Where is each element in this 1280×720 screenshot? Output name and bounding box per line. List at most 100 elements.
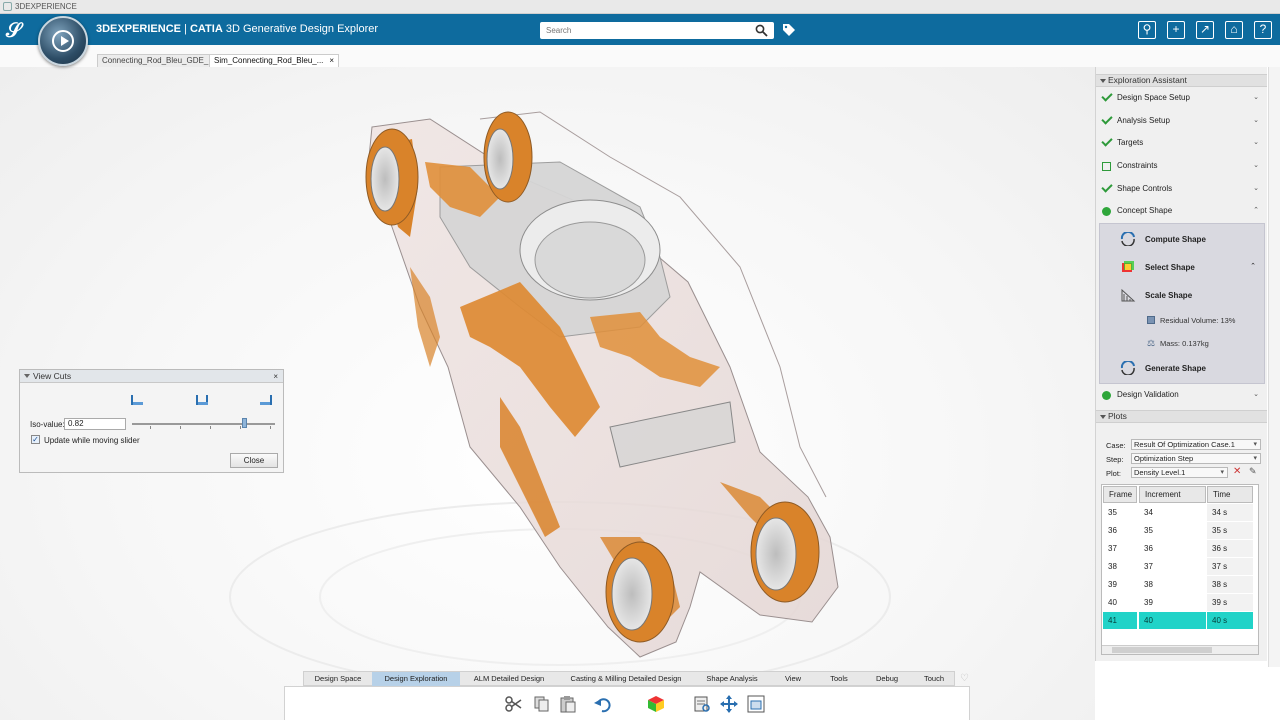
window-titlebar: 3DEXPERIENCE	[0, 0, 1280, 14]
tab-design-exploration[interactable]: Design Exploration	[372, 672, 460, 687]
tab-connecting-rod-gde[interactable]: Connecting_Rod_Bleu_GDE_...	[97, 54, 220, 67]
collapse-icon[interactable]	[1100, 79, 1106, 83]
time-cell: 34 s	[1207, 504, 1253, 521]
step-design-validation[interactable]: Design Validation ⌄	[1096, 384, 1267, 407]
generate-shape-button[interactable]: Generate Shape	[1145, 364, 1206, 373]
plus-icon[interactable]: +	[1167, 21, 1185, 39]
paste-icon[interactable]	[559, 695, 577, 713]
scale-shape-button[interactable]: Scale Shape	[1145, 291, 1192, 300]
column-header-increment[interactable]: Increment	[1139, 486, 1206, 503]
frames-table: Frame Increment Time 35 34 34 s 36 35 35 s 3…	[1101, 484, 1259, 655]
action-tab-bar: Design Space Design Exploration ALM Deta…	[303, 671, 956, 687]
generate-shape-icon	[1120, 361, 1135, 376]
compass-widget[interactable]	[38, 16, 88, 66]
frame-cell: 36	[1108, 526, 1117, 535]
play-icon[interactable]	[52, 30, 74, 52]
chevron-down-icon[interactable]: ⌄	[1253, 178, 1259, 200]
plots-header[interactable]: Plots	[1096, 409, 1267, 423]
help-icon[interactable]: ?	[1254, 21, 1272, 39]
chevron-down-icon[interactable]: ⌄	[1253, 155, 1259, 177]
cut-end-icon[interactable]	[260, 395, 272, 405]
move-icon[interactable]	[720, 695, 738, 713]
step-targets[interactable]: Targets ⌄	[1096, 132, 1267, 155]
step-select[interactable]: Optimization Step	[1131, 453, 1261, 464]
cut-middle-icon[interactable]	[196, 395, 208, 405]
column-header-frame[interactable]: Frame	[1103, 486, 1137, 503]
step-label: Concept Shape	[1117, 206, 1173, 216]
iso-slider-thumb[interactable]	[242, 418, 247, 428]
tab-tools[interactable]: Tools	[816, 672, 862, 687]
tab-shape-analysis[interactable]: Shape Analysis	[694, 672, 770, 687]
tag-icon[interactable]	[782, 23, 796, 37]
plot-select[interactable]: Density Level.1	[1131, 467, 1228, 478]
cut-start-icon[interactable]	[131, 395, 143, 405]
top-bar: 𝒮 3DEXPERIENCE | CATIA 3D Generative Des…	[0, 14, 1280, 45]
cut-icon[interactable]	[505, 695, 523, 713]
home-icon[interactable]: ⌂	[1225, 21, 1243, 39]
right-scrollbar[interactable]	[1268, 67, 1280, 667]
table-h-scrollbar[interactable]	[1102, 645, 1258, 654]
tab-debug[interactable]: Debug	[862, 672, 912, 687]
mass-icon: ⚖	[1147, 338, 1156, 349]
tab-touch[interactable]: Touch	[912, 672, 956, 687]
scrollbar-thumb[interactable]	[1112, 647, 1212, 653]
favorite-icon[interactable]: ♡	[960, 673, 969, 684]
step-concept-shape[interactable]: Concept Shape ⌃	[1096, 200, 1267, 223]
clear-plot-icon[interactable]: ✕	[1233, 466, 1241, 477]
search-input[interactable]	[540, 22, 774, 39]
step-shape-controls[interactable]: Shape Controls ⌄	[1096, 178, 1267, 201]
tab-design-space[interactable]: Design Space	[304, 672, 372, 687]
step-label: Design Validation	[1117, 390, 1179, 400]
slider-tick	[240, 426, 241, 429]
case-select[interactable]: Result Of Optimization Case.1	[1131, 439, 1261, 450]
exploration-assistant-header[interactable]: Exploration Assistant	[1096, 74, 1267, 87]
increment-cell: 35	[1144, 526, 1153, 535]
3d-viewport[interactable]: View Cuts × Iso-value: 0.82 ✓ Update whil…	[0, 67, 1095, 720]
undo-icon[interactable]	[593, 695, 611, 713]
tab-alm-detailed-design[interactable]: ALM Detailed Design	[460, 672, 558, 687]
frame-icon[interactable]	[747, 695, 765, 713]
copy-icon[interactable]	[533, 695, 551, 713]
tab-casting-milling[interactable]: Casting & Milling Detailed Design	[558, 672, 694, 687]
app-name: 3D Generative Design Explorer	[222, 23, 379, 35]
chevron-up-icon[interactable]: ⌃	[1250, 262, 1256, 270]
brand-name: 3DEXPERIENCE	[96, 23, 181, 35]
empty-box-icon	[1102, 162, 1111, 172]
iso-slider-track[interactable]	[132, 423, 275, 425]
tab-sim-connecting-rod[interactable]: Sim_Connecting_Rod_Bleu_... ×	[209, 54, 340, 67]
time-cell: 35 s	[1207, 522, 1253, 539]
iso-value-field[interactable]: 0.82	[64, 418, 126, 430]
chevron-down-icon[interactable]: ⌄	[1253, 110, 1259, 132]
tab-view[interactable]: View	[770, 672, 816, 687]
chevron-up-icon[interactable]: ⌃	[1253, 200, 1259, 222]
frame-cell: 40	[1108, 598, 1117, 607]
update-checkbox[interactable]: ✓	[31, 435, 40, 444]
column-header-time[interactable]: Time	[1207, 486, 1253, 503]
share-icon[interactable]: ↗	[1196, 21, 1214, 39]
user-icon[interactable]: ⚲	[1138, 21, 1156, 39]
chevron-down-icon[interactable]: ⌄	[1253, 132, 1259, 154]
compute-shape-button[interactable]: Compute Shape	[1145, 235, 1206, 244]
chevron-down-icon[interactable]: ⌄	[1253, 384, 1259, 406]
step-design-space-setup[interactable]: Design Space Setup ⌄	[1096, 87, 1267, 110]
select-shape-icon	[1122, 261, 1134, 273]
color-cube-icon[interactable]	[647, 695, 665, 713]
search-icon[interactable]	[755, 24, 768, 37]
collapse-icon[interactable]	[1100, 414, 1106, 419]
collapse-icon[interactable]	[24, 374, 30, 378]
step-constraints[interactable]: Constraints ⌄	[1096, 155, 1267, 178]
status-dot-icon	[1102, 391, 1111, 401]
increment-cell: 36	[1144, 544, 1153, 553]
edit-pencil-icon[interactable]: ✎	[1249, 466, 1257, 477]
close-button[interactable]: Close	[230, 453, 278, 468]
step-analysis-setup[interactable]: Analysis Setup ⌄	[1096, 110, 1267, 133]
view-cut-icon[interactable]	[693, 695, 711, 713]
close-icon[interactable]: ×	[329, 56, 334, 65]
time-cell: 40 s	[1207, 612, 1253, 629]
chevron-down-icon[interactable]: ⌄	[1253, 87, 1259, 109]
close-icon[interactable]: ×	[273, 370, 278, 383]
increment-cell: 38	[1144, 580, 1153, 589]
volume-icon	[1147, 316, 1155, 325]
view-cuts-header[interactable]: View Cuts ×	[20, 370, 283, 383]
select-shape-button[interactable]: Select Shape	[1145, 263, 1195, 272]
